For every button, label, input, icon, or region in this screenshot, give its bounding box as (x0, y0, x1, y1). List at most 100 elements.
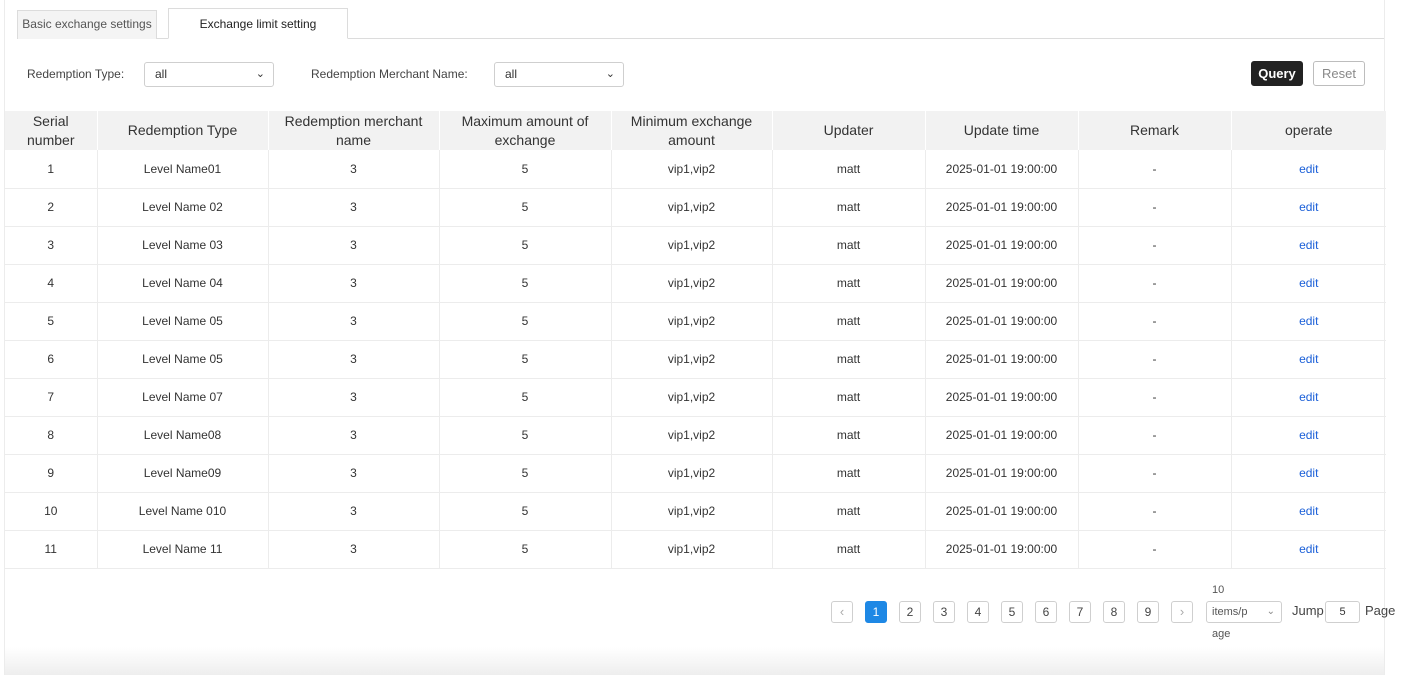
page-size-select[interactable]: items/p ⌄ (1206, 601, 1282, 623)
edit-link[interactable]: edit (1299, 428, 1318, 442)
tab-basic-exchange-settings[interactable]: Basic exchange settings (17, 10, 157, 39)
table-cell: 3 (268, 416, 440, 455)
column-header: Updater (772, 111, 926, 150)
table-cell: Level Name 05 (97, 302, 269, 341)
table-cell: 3 (268, 188, 440, 227)
table-row: 2 Level Name 02 3 5 vip1,vip2 matt 2025-01-01 … (5, 188, 1386, 227)
table-body: 1 Level Name01 3 5 vip1,vip2 matt 2025-01-01 1… (5, 150, 1386, 569)
table-cell: vip1,vip2 (611, 226, 773, 265)
table-cell: - (1078, 226, 1232, 265)
table-cell: 5 (439, 454, 612, 493)
exchange-limit-table: Serial number Redemption Type Redemption… (5, 111, 1386, 569)
table-row: 11 Level Name 11 3 5 vip1,vip2 matt 2025-01-01… (5, 530, 1386, 569)
edit-link[interactable]: edit (1299, 238, 1318, 252)
edit-link[interactable]: edit (1299, 314, 1318, 328)
chevron-down-icon: ⌄ (255, 68, 265, 80)
edit-link[interactable]: edit (1299, 542, 1318, 556)
table-cell: 3 (268, 340, 440, 379)
table-cell: 3 (268, 454, 440, 493)
table-cell: 3 (268, 150, 440, 189)
chevron-down-icon: ⌄ (605, 68, 615, 80)
column-header: Minimum exchange amount (611, 111, 773, 150)
page-button[interactable]: 9 (1137, 601, 1159, 623)
column-header: Update time (925, 111, 1079, 150)
table-cell: vip1,vip2 (611, 264, 773, 303)
table-cell: Level Name 02 (97, 188, 269, 227)
table-row: 5 Level Name 05 3 5 vip1,vip2 matt 2025-01-01 … (5, 302, 1386, 341)
table-cell: 9 (5, 454, 98, 493)
table-cell: 2025-01-01 19:00:00 (925, 454, 1079, 493)
tab-exchange-limit-setting[interactable]: Exchange limit setting (168, 8, 348, 39)
table-cell: 6 (5, 340, 98, 379)
reset-button[interactable]: Reset (1313, 61, 1365, 86)
table-cell: 5 (439, 492, 612, 531)
table-cell: 3 (268, 264, 440, 303)
table-cell: matt (772, 454, 926, 493)
column-header: Serial number (5, 111, 98, 150)
table-cell: edit (1231, 530, 1386, 569)
column-header: Redemption Type (97, 111, 269, 150)
table-cell: 5 (439, 226, 612, 265)
table-cell: 3 (268, 492, 440, 531)
redemption-type-select[interactable]: all ⌄ (144, 62, 274, 87)
edit-link[interactable]: edit (1299, 504, 1318, 518)
table-cell: Level Name01 (97, 150, 269, 189)
jump-page-input[interactable]: 5 (1325, 601, 1360, 623)
page-button[interactable]: 3 (933, 601, 955, 623)
edit-link[interactable]: edit (1299, 200, 1318, 214)
page-button[interactable]: 8 (1103, 601, 1125, 623)
table-cell: 5 (439, 340, 612, 379)
query-button[interactable]: Query (1251, 61, 1303, 86)
table-cell: Level Name 04 (97, 264, 269, 303)
next-page-button[interactable]: › (1171, 601, 1193, 623)
table-cell: 3 (268, 226, 440, 265)
redemption-type-label: Redemption Type: (27, 67, 125, 81)
table-cell: matt (772, 302, 926, 341)
table-cell: 5 (439, 530, 612, 569)
edit-link[interactable]: edit (1299, 466, 1318, 480)
table-cell: edit (1231, 416, 1386, 455)
table-cell: - (1078, 150, 1232, 189)
table-cell: - (1078, 340, 1232, 379)
page-button[interactable]: 1 (865, 601, 887, 623)
table-cell: vip1,vip2 (611, 378, 773, 417)
table-cell: matt (772, 150, 926, 189)
prev-page-button[interactable]: ‹ (831, 601, 853, 623)
table-row: 10 Level Name 010 3 5 vip1,vip2 matt 2025-01-0… (5, 492, 1386, 531)
page-button[interactable]: 4 (967, 601, 989, 623)
table-cell: - (1078, 302, 1232, 341)
table-cell: edit (1231, 378, 1386, 417)
table-cell: Level Name 03 (97, 226, 269, 265)
edit-link[interactable]: edit (1299, 390, 1318, 404)
table-cell: 8 (5, 416, 98, 455)
table-cell: Level Name 010 (97, 492, 269, 531)
content-panel: Basic exchange settings Exchange limit s… (4, 0, 1386, 675)
table-cell: matt (772, 264, 926, 303)
column-header: Remark (1078, 111, 1232, 150)
table-cell: 5 (439, 302, 612, 341)
table-cell: edit (1231, 264, 1386, 303)
chevron-right-icon: › (1179, 604, 1185, 619)
table-cell: 4 (5, 264, 98, 303)
table-cell: 2025-01-01 19:00:00 (925, 492, 1079, 531)
page-button[interactable]: 7 (1069, 601, 1091, 623)
table-cell: vip1,vip2 (611, 530, 773, 569)
table-cell: - (1078, 188, 1232, 227)
table-cell: 10 (5, 492, 98, 531)
merchant-name-select[interactable]: all ⌄ (494, 62, 624, 87)
table-cell: vip1,vip2 (611, 340, 773, 379)
redemption-type-value: all (155, 67, 168, 81)
edit-link[interactable]: edit (1299, 276, 1318, 290)
column-header: Maximum amount of exchange (439, 111, 612, 150)
page-button[interactable]: 2 (899, 601, 921, 623)
edit-link[interactable]: edit (1299, 162, 1318, 176)
table-cell: 2025-01-01 19:00:00 (925, 188, 1079, 227)
table-cell: edit (1231, 226, 1386, 265)
column-header: operate (1231, 111, 1386, 150)
table-cell: vip1,vip2 (611, 416, 773, 455)
chevron-left-icon: ‹ (839, 604, 845, 619)
page-button[interactable]: 6 (1035, 601, 1057, 623)
edit-link[interactable]: edit (1299, 352, 1318, 366)
page-button[interactable]: 5 (1001, 601, 1023, 623)
table-cell: 3 (268, 378, 440, 417)
